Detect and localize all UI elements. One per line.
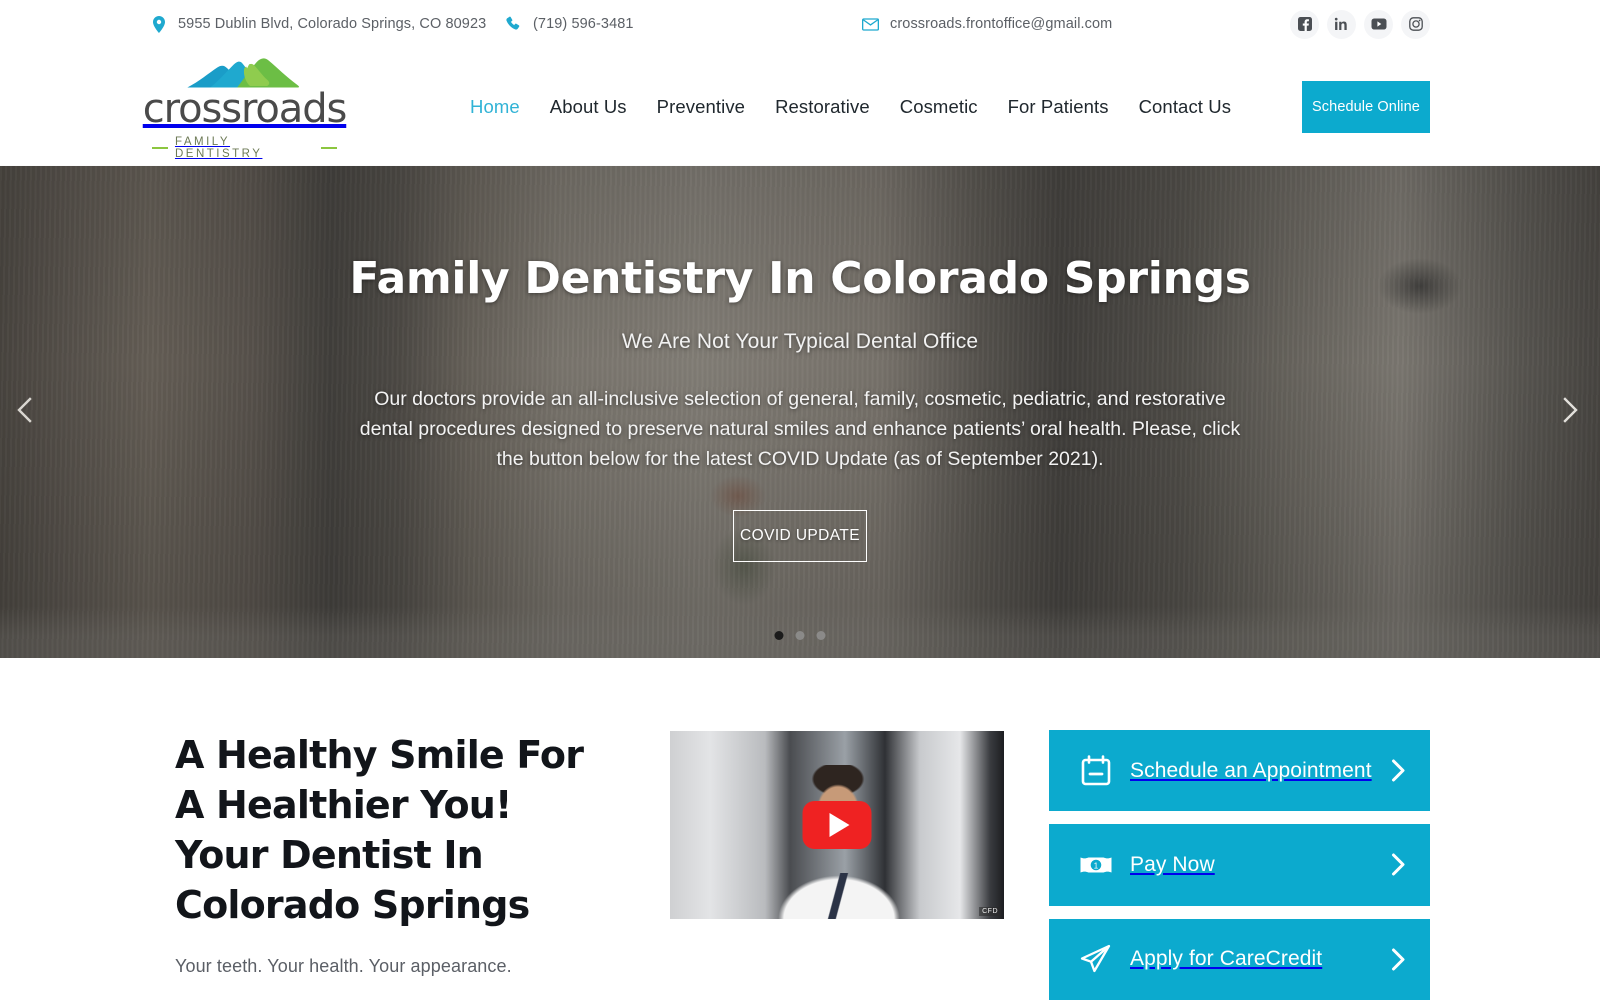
schedule-appointment-button[interactable]: Schedule an Appointment	[1049, 730, 1430, 812]
nav-item-about-us[interactable]: About Us	[550, 96, 627, 118]
intro-lede: Your teeth. Your health. Your appearance…	[175, 956, 512, 976]
video-player[interactable]: CFD	[670, 731, 1004, 919]
social-link-linkedin[interactable]	[1327, 9, 1356, 39]
apply-carecredit-label: Apply for CareCredit	[1130, 947, 1323, 971]
chevron-right-icon	[1391, 853, 1406, 876]
covid-update-button[interactable]: COVID UPDATE	[733, 509, 867, 562]
chevron-right-icon	[1562, 396, 1579, 428]
social-link-youtube[interactable]	[1364, 9, 1393, 39]
page-title: A Healthy Smile For A Healthier You! You…	[175, 730, 645, 930]
calendar-icon	[1079, 754, 1113, 788]
paper-plane-icon	[1079, 942, 1113, 976]
video-thumbnail-detail	[788, 873, 888, 919]
page-title-line-2: A Healthier You!	[175, 783, 512, 827]
intro-section: A Healthy Smile For A Healthier You! You…	[0, 658, 1600, 1000]
hero-body-text: Our doctors provide an all-inclusive sel…	[359, 387, 1241, 470]
svg-text:1: 1	[1094, 861, 1099, 871]
nav-item-contact-us[interactable]: Contact Us	[1139, 96, 1232, 118]
address-block[interactable]: 5955 Dublin Blvd, Colorado Springs, CO 8…	[150, 15, 487, 33]
pay-now-button[interactable]: 1 Pay Now	[1049, 824, 1430, 906]
page-title-line-1: A Healthy Smile For	[175, 733, 584, 777]
play-triangle-icon	[829, 813, 850, 837]
quick-action-buttons: Schedule an Appointment 1 Pay Now Apply …	[1049, 730, 1430, 1000]
money-bill-icon: 1	[1079, 848, 1113, 882]
linkedin-icon	[1334, 17, 1349, 31]
email-text: crossroads.frontoffice@gmail.com	[890, 16, 1113, 32]
logo-wordmark: crossroads	[142, 86, 348, 132]
address-text: 5955 Dublin Blvd, Colorado Springs, CO 8…	[178, 16, 487, 32]
schedule-online-button[interactable]: Schedule Online	[1302, 80, 1430, 133]
social-link-facebook[interactable]	[1290, 9, 1319, 39]
logo-rule-right	[321, 147, 337, 149]
phone-text: (719) 596-3481	[533, 16, 634, 32]
page-title-line-4: Colorado Springs	[175, 883, 530, 927]
facebook-icon	[1297, 17, 1312, 31]
social-links	[1290, 9, 1430, 39]
video-watermark: CFD	[979, 907, 1001, 916]
carousel-dot-1[interactable]	[774, 631, 784, 640]
phone-icon	[505, 16, 522, 33]
top-contact-bar: 5955 Dublin Blvd, Colorado Springs, CO 8…	[0, 0, 1600, 48]
carousel-dot-3[interactable]	[816, 631, 826, 640]
schedule-appointment-label: Schedule an Appointment	[1130, 758, 1372, 782]
page-title-line-3: Your Dentist In	[175, 833, 484, 877]
youtube-icon	[1371, 18, 1387, 30]
carousel-dot-2[interactable]	[795, 631, 805, 640]
main-navigation: Home About Us Preventive Restorative Cos…	[470, 96, 1231, 118]
nav-item-home[interactable]: Home	[470, 96, 520, 118]
phone-block[interactable]: (719) 596-3481	[505, 16, 634, 33]
chevron-left-icon	[16, 396, 33, 428]
chevron-right-icon	[1391, 759, 1406, 782]
instagram-icon	[1408, 17, 1423, 31]
email-block[interactable]: crossroads.frontoffice@gmail.com	[862, 16, 1112, 33]
hero-subtitle: We Are Not Your Typical Dental Office	[621, 329, 979, 353]
nav-item-restorative[interactable]: Restorative	[775, 96, 870, 118]
intro-text-column: A Healthy Smile For A Healthier You! You…	[175, 730, 645, 1000]
logo-tagline: FAMILY DENTISTRY	[174, 136, 263, 160]
video-play-button[interactable]	[802, 801, 872, 849]
chevron-right-icon	[1391, 948, 1406, 971]
hero-title: Family Dentistry In Colorado Springs	[349, 253, 1251, 304]
carousel-prev-button[interactable]	[8, 396, 40, 428]
site-header: crossroads FAMILY DENTISTRY Home About U…	[0, 48, 1600, 166]
location-pin-icon	[150, 15, 167, 33]
site-logo[interactable]: crossroads FAMILY DENTISTRY	[143, 54, 347, 160]
logo-rule-left	[152, 147, 168, 149]
logo-tagline-row: FAMILY DENTISTRY	[152, 136, 337, 160]
carousel-indicators	[774, 631, 826, 640]
intro-video-column: CFD	[670, 730, 1004, 1000]
carousel-next-button[interactable]	[1554, 396, 1586, 428]
nav-item-preventive[interactable]: Preventive	[657, 96, 745, 118]
nav-item-cosmetic[interactable]: Cosmetic	[900, 96, 978, 118]
pay-now-label: Pay Now	[1130, 852, 1215, 876]
nav-item-for-patients[interactable]: For Patients	[1008, 96, 1109, 118]
apply-carecredit-button[interactable]: Apply for CareCredit	[1049, 918, 1430, 1000]
social-link-instagram[interactable]	[1401, 9, 1430, 39]
envelope-icon	[862, 16, 879, 33]
hero-carousel: Family Dentistry In Colorado Springs We …	[0, 166, 1600, 658]
